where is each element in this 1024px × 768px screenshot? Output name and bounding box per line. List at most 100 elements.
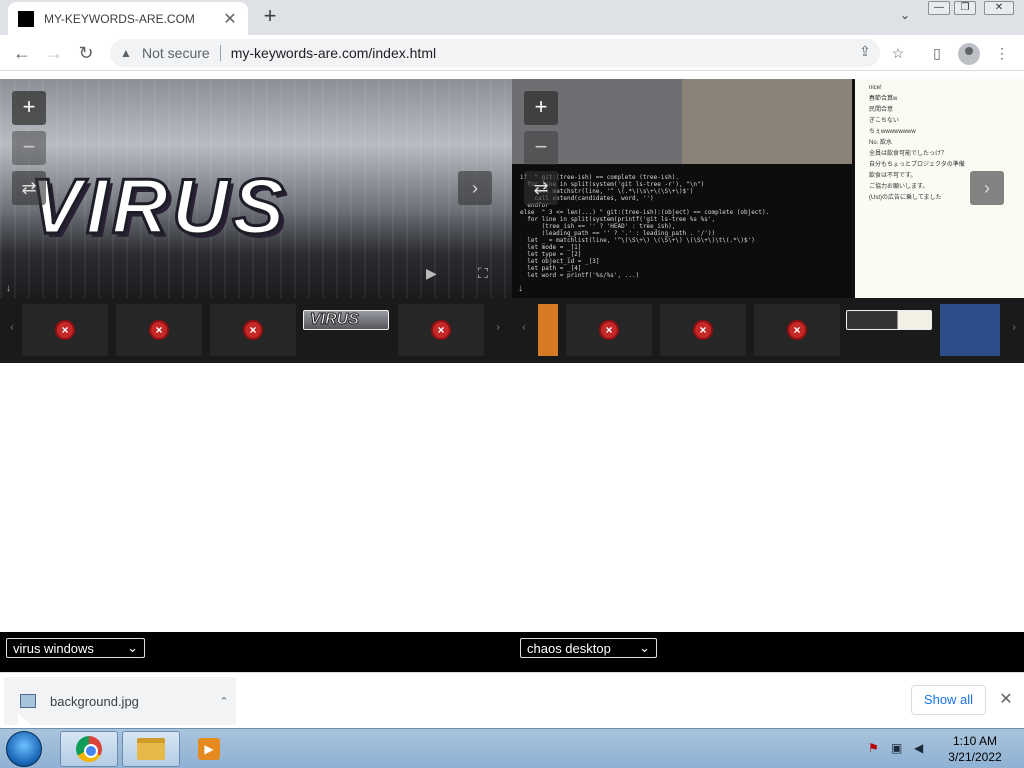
thumbnail[interactable]: × bbox=[210, 304, 296, 356]
right-thumbs-next-icon[interactable]: › bbox=[1008, 322, 1020, 336]
gallery-select-bar: virus windows ⌄ chaos desktop ⌄ bbox=[0, 632, 1024, 672]
taskbar-explorer[interactable] bbox=[122, 731, 180, 767]
star-icon[interactable]: ☆ bbox=[887, 42, 909, 64]
thumbnail-selected[interactable]: VIRUS bbox=[303, 310, 389, 330]
thumbnail[interactable]: × bbox=[22, 304, 108, 356]
clock-date: 3/21/2022 bbox=[948, 750, 1002, 764]
thumbnail[interactable]: × bbox=[754, 304, 840, 356]
start-button[interactable] bbox=[6, 731, 42, 767]
image-file-icon bbox=[20, 694, 36, 708]
left-zoom-out-button[interactable]: − bbox=[12, 131, 46, 165]
terminal-line: let mode = _[1] bbox=[520, 244, 582, 251]
terminal-line: for line in split(system('git ls-tree -r… bbox=[520, 181, 705, 188]
tab-close-button[interactable]: ✕ bbox=[222, 11, 238, 28]
thumbnail[interactable] bbox=[940, 304, 1000, 356]
network-icon[interactable]: ▣ bbox=[891, 741, 902, 755]
chat-message: No. 飲水 bbox=[869, 140, 893, 146]
chat-message: nice! bbox=[869, 85, 882, 91]
warning-icon[interactable]: ▲ bbox=[120, 46, 134, 60]
left-gallery-select[interactable]: virus windows ⌄ bbox=[6, 638, 145, 658]
projector-photo bbox=[682, 79, 852, 164]
windows-taskbar: ▶ ⚑ ▣ ◀ 1:10 AM 3/21/2022 bbox=[0, 728, 1024, 768]
error-icon: × bbox=[149, 320, 169, 340]
thumbnail[interactable]: × bbox=[660, 304, 746, 356]
left-thumbs-next-icon[interactable]: › bbox=[492, 322, 504, 336]
new-tab-button[interactable]: + bbox=[258, 5, 282, 29]
download-item[interactable]: background.jpg ⌃ bbox=[4, 677, 236, 725]
volume-icon[interactable]: ◀ bbox=[914, 741, 923, 755]
downloads-close-button[interactable]: ✕ bbox=[996, 690, 1016, 710]
thumbnail-selected[interactable] bbox=[846, 310, 932, 330]
tab-active[interactable]: MY-KEYWORDS-ARE.COM ✕ bbox=[8, 2, 248, 35]
thumbnail[interactable]: × bbox=[116, 304, 202, 356]
terminal-line: let object_id = _[3] bbox=[520, 258, 600, 265]
left-thumbs-prev-icon[interactable]: ‹ bbox=[6, 322, 18, 336]
tab-title: MY-KEYWORDS-ARE.COM bbox=[44, 11, 195, 26]
share-icon[interactable]: ⇪ bbox=[855, 41, 875, 61]
error-icon: × bbox=[431, 320, 451, 340]
right-select-value: chaos desktop bbox=[527, 640, 611, 656]
taskbar-chrome[interactable] bbox=[60, 731, 118, 767]
terminal-line: endfor bbox=[520, 202, 549, 209]
terminal-line: let _ = matchlist(line, '^\(\S\+\) \(\S\… bbox=[520, 237, 755, 244]
forward-icon[interactable]: → bbox=[42, 41, 66, 65]
right-thumbnail-strip: ‹ × × × › bbox=[512, 304, 1024, 356]
left-select-value: virus windows bbox=[13, 640, 94, 656]
left-rotate-icon[interactable]: ⇄ bbox=[12, 171, 46, 205]
browser-toolbar: ← → ↻ ▲ Not secure my-keywords-are.com/i… bbox=[0, 35, 1024, 71]
network-warning-icon[interactable]: ⚑ bbox=[868, 741, 879, 755]
menu-icon[interactable]: ⋮ bbox=[991, 42, 1013, 64]
error-icon: × bbox=[787, 320, 807, 340]
minimize-button[interactable]: — bbox=[928, 1, 950, 15]
right-next-icon[interactable]: › bbox=[970, 171, 1004, 205]
tab-search-chevron-icon[interactable]: ⌄ bbox=[895, 8, 915, 28]
url-text[interactable]: my-keywords-are.com/index.html bbox=[231, 45, 436, 61]
right-rotate-icon[interactable]: ⇄ bbox=[524, 171, 558, 205]
right-zoom-out-button[interactable]: − bbox=[524, 131, 558, 165]
page-content: VIRUS + − ⇄ › ▶ ⛶ ↓ if " git:(tree-ish) … bbox=[0, 72, 1024, 632]
chat-message: 民間合意 bbox=[869, 107, 894, 113]
chat-message: 春節合算w bbox=[869, 96, 898, 102]
chevron-up-icon[interactable]: ⌃ bbox=[212, 695, 236, 708]
address-separator bbox=[219, 45, 221, 61]
chevron-down-icon: ⌄ bbox=[639, 640, 650, 655]
thumbnail[interactable]: × bbox=[566, 304, 652, 356]
show-all-button[interactable]: Show all bbox=[911, 685, 986, 715]
address-bar[interactable]: ▲ Not secure my-keywords-are.com/index.h… bbox=[110, 39, 880, 67]
security-label[interactable]: Not secure bbox=[142, 45, 210, 61]
terminal-line: for line in split(system(printf('git ls-… bbox=[520, 216, 716, 223]
right-download-icon[interactable]: ↓ bbox=[518, 283, 523, 294]
back-icon[interactable]: ← bbox=[10, 41, 34, 65]
reload-icon[interactable]: ↻ bbox=[74, 41, 98, 65]
thumbnail-label: VIRUS bbox=[310, 311, 360, 329]
left-zoom-in-button[interactable]: + bbox=[12, 91, 46, 125]
thumbnail[interactable] bbox=[538, 304, 558, 356]
sidepanel-icon[interactable]: ▯ bbox=[926, 42, 948, 64]
window-close-button[interactable]: ✕ bbox=[984, 1, 1014, 15]
left-download-icon[interactable]: ↓ bbox=[6, 283, 11, 294]
chat-message: ちぇwwwwwwww bbox=[869, 129, 916, 135]
system-clock[interactable]: 1:10 AM 3/21/2022 bbox=[940, 733, 1010, 765]
terminal-line: let type = _[2] bbox=[520, 251, 582, 258]
chat-message: 全員は飲食可能でしたっけ？ bbox=[869, 151, 948, 157]
right-gallery-select[interactable]: chaos desktop ⌄ bbox=[520, 638, 657, 658]
restore-button[interactable]: ❐ bbox=[954, 1, 976, 15]
right-image-viewer[interactable]: if " git:(tree-ish) == complete (tree-is… bbox=[512, 79, 1024, 298]
graffiti-image-text: VIRUS bbox=[28, 161, 289, 252]
left-play-icon[interactable]: ▶ bbox=[426, 265, 437, 282]
taskbar-media-player[interactable]: ▶ bbox=[184, 731, 234, 767]
thumbnail[interactable]: × bbox=[398, 304, 484, 356]
left-next-icon[interactable]: › bbox=[458, 171, 492, 205]
right-zoom-in-button[interactable]: + bbox=[524, 91, 558, 125]
terminal-line: if " git:(tree-ish) == complete (tree-is… bbox=[520, 174, 679, 181]
left-image-viewer[interactable]: VIRUS + − ⇄ › ▶ ⛶ ↓ bbox=[0, 79, 512, 298]
tab-bar: MY-KEYWORDS-ARE.COM ✕ + ⌄ — ❐ ✕ bbox=[0, 0, 1024, 35]
error-icon: × bbox=[599, 320, 619, 340]
left-fullscreen-icon[interactable]: ⛶ bbox=[478, 265, 488, 282]
chrome-icon bbox=[76, 736, 102, 762]
downloads-bar: background.jpg ⌃ Show all ✕ bbox=[0, 672, 1024, 728]
error-icon: × bbox=[693, 320, 713, 340]
left-thumbnail-strip: ‹ × × × VIRUS × › bbox=[0, 304, 512, 356]
profile-icon[interactable] bbox=[958, 43, 980, 65]
right-thumbs-prev-icon[interactable]: ‹ bbox=[518, 322, 530, 336]
